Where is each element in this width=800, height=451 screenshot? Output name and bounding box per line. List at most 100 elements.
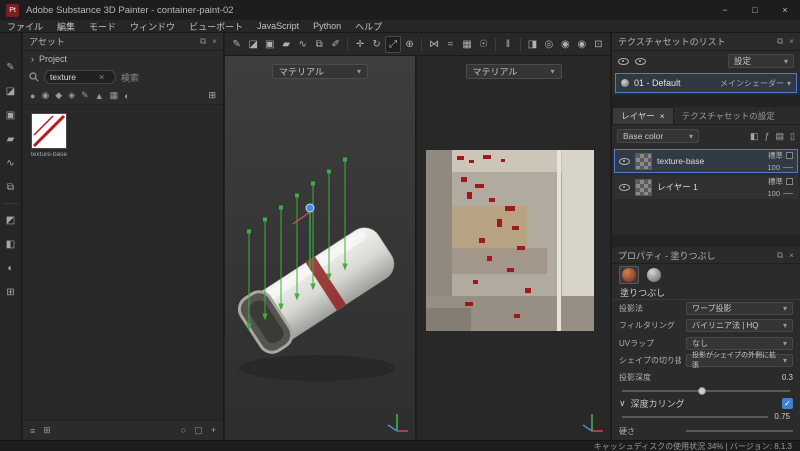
filter-environments-icon[interactable]: ◐ [124,91,129,101]
channel-dropdown[interactable]: Base color ▾ [617,129,699,143]
visibility-eye-icon[interactable] [635,56,646,67]
add-folder-icon[interactable]: ▤ [776,131,785,142]
visibility-eye-icon[interactable] [619,182,630,193]
menu-mode[interactable]: モード [82,20,123,33]
add-effect-icon[interactable]: ƒ [765,131,770,142]
filter-smart-masks-icon[interactable]: ◈ [68,90,75,101]
paint-tool-icon[interactable]: ✎ [3,59,19,75]
close-panel-icon[interactable]: × [212,36,217,47]
eraser-tool-icon[interactable]: ◪ [3,83,19,99]
menu-file[interactable]: ファイル [0,20,50,33]
rotate-tool-icon[interactable]: ↻ [369,36,384,53]
geometry-mask-icon[interactable]: ◩ [3,212,19,228]
opacity-slider[interactable] [783,167,793,168]
focus-tool-icon[interactable]: ⊕ [402,36,417,53]
culling-slider[interactable] [622,416,768,418]
layer-thumbnail[interactable] [635,153,652,170]
opacity-value[interactable]: 100 [767,189,780,198]
sphere-preview-icon[interactable]: ○ [181,425,186,436]
smudge-tool-icon[interactable]: ∿ [295,36,310,53]
projection-tool-icon[interactable]: ▣ [262,36,277,53]
viewport-capture-icon[interactable]: ⊡ [591,36,606,53]
tab-texture-set-settings[interactable]: テクスチャセットの設定 [674,107,783,124]
close-panel-icon[interactable]: × [789,250,794,261]
blend-mode-value[interactable]: 標準 [768,176,783,187]
menu-javascript[interactable]: JavaScript [250,21,306,31]
filter-brushes-icon[interactable]: ✎ [81,90,89,101]
polygon-fill-tool-icon[interactable]: ▰ [278,36,293,53]
filter-materials-icon[interactable]: ◉ [41,90,49,101]
close-button[interactable]: × [770,0,800,20]
collapse-arrow-icon[interactable]: ∨ [619,398,626,409]
menu-help[interactable]: ヘルプ [348,20,389,33]
clone-tool-icon[interactable]: ⧉ [311,36,326,53]
tab-layers[interactable]: レイヤー × [612,107,674,124]
visibility-eye-icon[interactable] [618,56,629,67]
projection-tool-icon[interactable]: ▣ [3,107,19,123]
assets-project-row[interactable]: › Project [23,51,223,67]
pause-engine-icon[interactable]: ‖ [500,36,515,53]
viewport-3d-material-dropdown[interactable]: マテリアル ▾ [272,64,368,79]
material-picker-tool-icon[interactable]: ✐ [328,36,343,53]
visibility-eye-icon[interactable] [619,156,630,167]
material-mode-button[interactable] [619,266,639,284]
uv-wrap-dropdown[interactable]: なし ▾ [686,337,793,350]
search-field[interactable]: × [44,70,116,84]
menu-python[interactable]: Python [306,21,348,31]
depth-slider-thumb[interactable] [698,387,706,395]
float-panel-icon[interactable]: ⧉ [777,250,783,261]
paint-tool-icon[interactable]: ✎ [229,36,244,53]
grid-view-icon[interactable]: ⊞ [208,90,216,101]
menu-viewport[interactable]: ビューポート [182,20,250,33]
viewport-layout-icon[interactable]: ◧ [3,236,19,252]
float-panel-icon[interactable]: ⧉ [777,36,783,47]
display-settings-icon[interactable]: ◨ [525,36,540,53]
opacity-value[interactable]: 100 [767,163,780,172]
filter-all-icon[interactable]: ● [30,91,35,101]
thumbnail-view-icon[interactable]: ⊞ [43,425,51,436]
camera-settings-icon[interactable]: ◉ [558,36,573,53]
stencil-icon[interactable]: ▦ [459,36,474,53]
polygon-fill-tool-icon[interactable]: ▰ [3,131,19,147]
axis-orientation-icon[interactable] [384,409,410,435]
brush-sphere-icon[interactable] [647,268,661,282]
viewport-3d[interactable]: マテリアル ▾ [225,56,416,440]
add-asset-icon[interactable]: + [211,425,216,436]
asset-thumbnail[interactable] [31,113,67,149]
frame-preview-icon[interactable]: ▢ [194,425,203,436]
shape-crop-dropdown[interactable]: 投影がシェイプの外側に拡張 ▾ [686,354,793,367]
projection-depth-value[interactable]: 0.3 [782,373,793,382]
menu-window[interactable]: ウィンドウ [123,20,182,33]
filtering-dropdown[interactable]: バイリニア法 | HQ ▾ [686,319,793,332]
texture-set-item[interactable]: 01 - Default メインシェーダー ▾ [615,73,797,93]
layer-row[interactable]: レイヤー 1 標準 100 [614,175,798,199]
ui-visibility-icon[interactable]: ⊞ [3,284,19,300]
fill-section-header[interactable]: 塗りつぶし [612,285,800,299]
minimize-button[interactable]: − [710,0,740,20]
close-tab-icon[interactable]: × [660,111,665,121]
viewport-2d-material-dropdown[interactable]: マテリアル ▾ [466,64,562,79]
hardness-slider[interactable] [686,430,793,432]
asset-item[interactable]: texture-base [31,113,67,158]
axis-orientation-icon[interactable] [579,409,605,435]
menu-edit[interactable]: 編集 [50,20,82,33]
filter-textures-icon[interactable]: ▦ [110,90,119,101]
blend-mode-value[interactable]: 標準 [768,150,783,161]
lazy-mouse-icon[interactable]: ☉ [476,36,491,53]
texture-set-settings-dropdown[interactable]: 設定 ▾ [728,54,794,68]
culling-value[interactable]: 0.75 [774,412,790,421]
environment-settings-icon[interactable]: ◎ [541,36,556,53]
layer-thumbnail[interactable] [635,179,652,196]
symmetry-icon[interactable]: ⋈ [426,36,441,53]
search-input[interactable] [50,72,96,82]
layer-row[interactable]: texture-base 標準 100 [614,149,798,173]
opacity-slider[interactable] [783,193,793,194]
delete-layer-icon[interactable]: ▯ [790,131,795,142]
depth-slider[interactable] [622,390,790,392]
eraser-tool-icon[interactable]: ◪ [245,36,260,53]
maximize-button[interactable]: □ [740,0,770,20]
clear-search-icon[interactable]: × [99,72,104,82]
render-mode-icon[interactable]: ◐ [3,260,19,276]
filter-alphas-icon[interactable]: ▲ [95,91,104,101]
list-view-icon[interactable]: ≡ [30,426,35,436]
